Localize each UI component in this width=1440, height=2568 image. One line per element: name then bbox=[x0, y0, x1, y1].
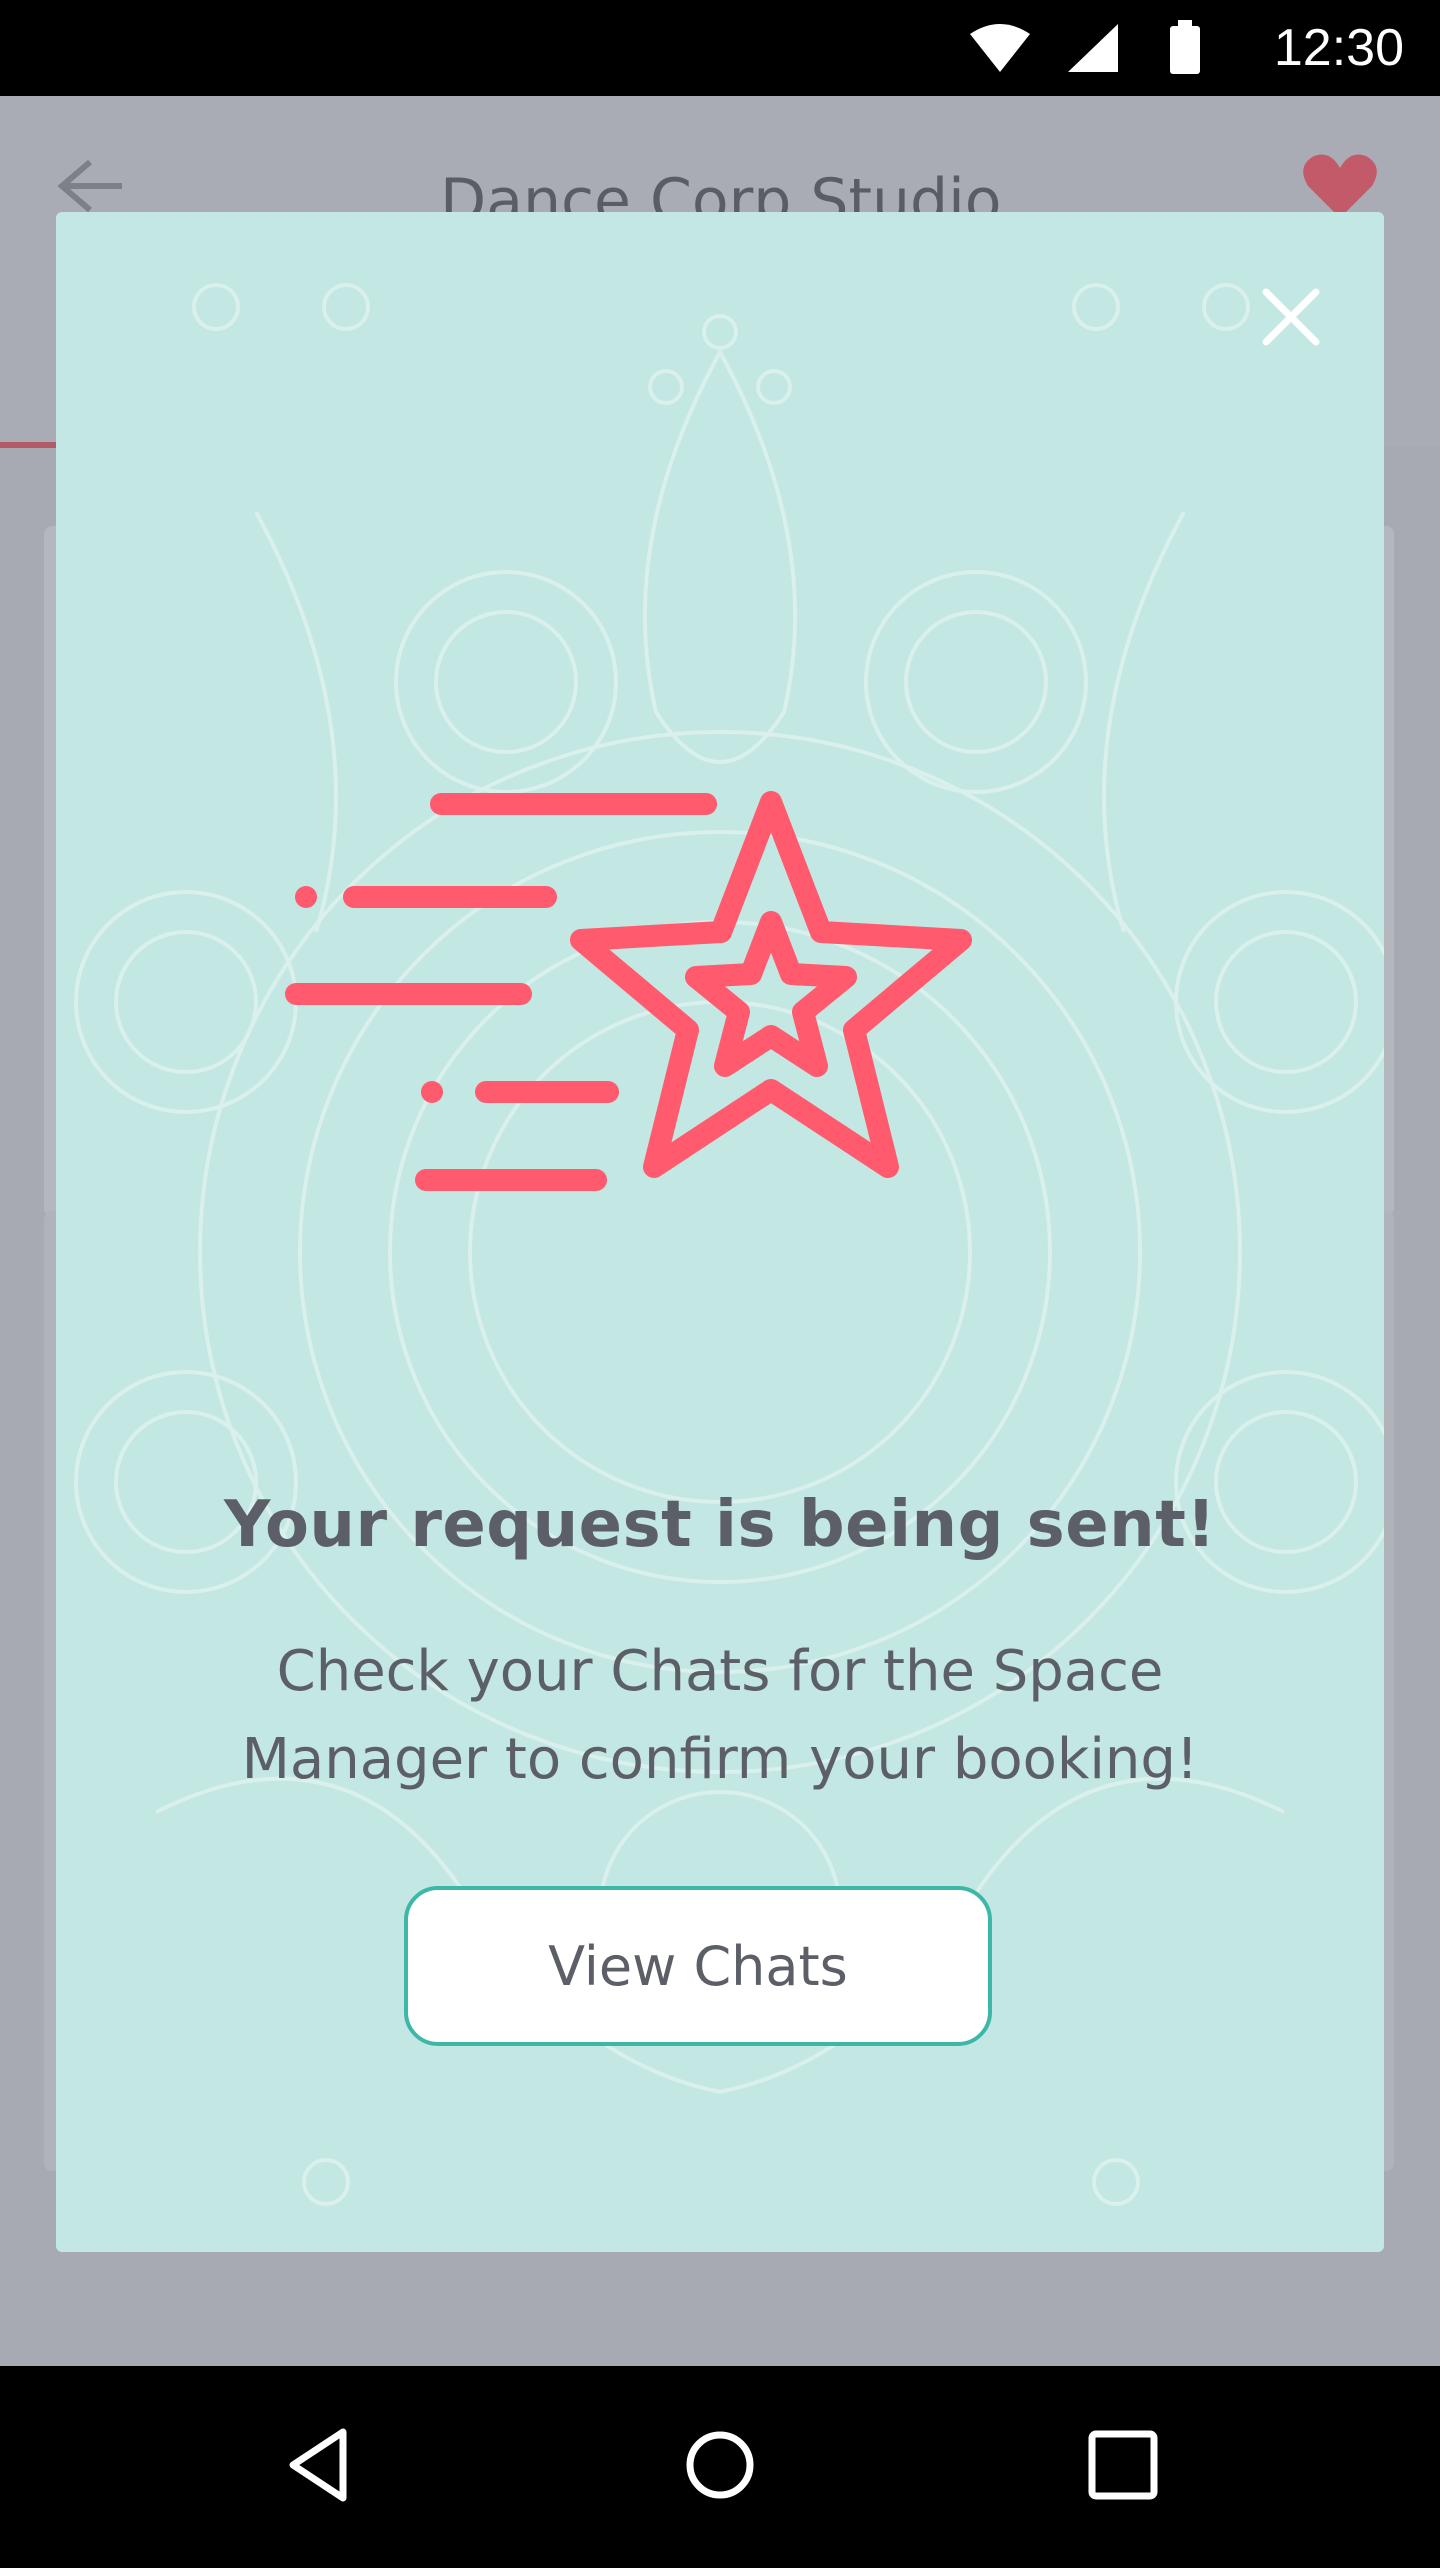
shooting-star-icon bbox=[285, 791, 972, 1191]
modal-message: Check your Chats for the Space Manager t… bbox=[241, 1639, 1199, 1792]
booking-confirmation-modal: Your request is being sent! Check your C… bbox=[56, 212, 1384, 2252]
signal-icon bbox=[1068, 24, 1118, 72]
back-icon[interactable] bbox=[275, 2420, 365, 2510]
background-tab-indicator bbox=[0, 442, 60, 448]
close-icon[interactable] bbox=[1246, 272, 1336, 362]
wifi-icon bbox=[970, 24, 1030, 72]
arrow-left-icon bbox=[57, 159, 122, 213]
recents-icon[interactable] bbox=[1078, 2420, 1168, 2510]
home-icon[interactable] bbox=[675, 2420, 765, 2510]
status-bar: 12:30 bbox=[0, 0, 1440, 96]
status-time: 12:30 bbox=[1273, 19, 1404, 77]
view-chats-button[interactable]: View Chats bbox=[404, 1886, 992, 2046]
battery-icon bbox=[1170, 26, 1200, 74]
modal-title: Your request is being sent! bbox=[223, 1488, 1217, 1562]
status-icons bbox=[970, 20, 1200, 74]
